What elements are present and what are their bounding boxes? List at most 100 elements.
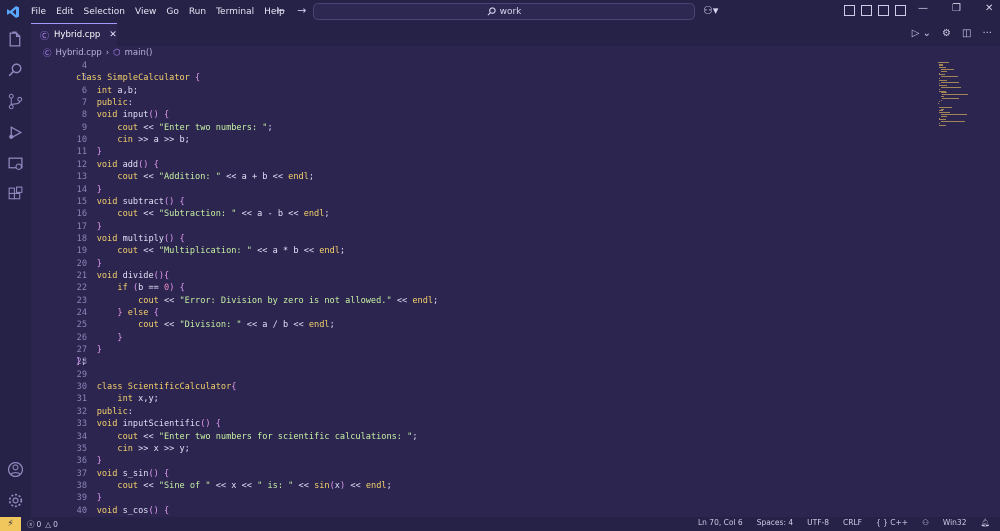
cursor-position[interactable]: Ln 70, Col 6 bbox=[698, 518, 743, 527]
copilot-status-icon[interactable]: ⚇ bbox=[922, 518, 929, 527]
search-text: work bbox=[499, 6, 522, 17]
menu-item-run[interactable]: Run bbox=[184, 7, 211, 17]
search-icon bbox=[487, 7, 496, 16]
run-file-icon[interactable]: ▷ ⌄ bbox=[912, 28, 931, 39]
line-number: 29 bbox=[76, 369, 87, 380]
minimize-icon[interactable]: — bbox=[918, 3, 928, 14]
code-line[interactable]: } bbox=[76, 344, 102, 356]
code-line[interactable]: cin >> x >> y; bbox=[76, 443, 189, 455]
code-line[interactable]: void s_sin() { bbox=[76, 468, 170, 480]
close-tab-icon[interactable]: ✕ bbox=[109, 30, 117, 40]
menu-item-view[interactable]: View bbox=[130, 7, 161, 17]
code-line[interactable]: }; bbox=[76, 356, 86, 368]
code-line[interactable]: void input() { bbox=[76, 109, 170, 121]
minimap[interactable] bbox=[938, 60, 982, 140]
command-center-search[interactable]: work bbox=[313, 3, 695, 20]
code-line[interactable]: } bbox=[76, 221, 102, 233]
toggle-secondary-sidebar-icon[interactable] bbox=[895, 5, 906, 16]
minimap-line bbox=[942, 97, 960, 99]
debug-settings-icon[interactable]: ⚙ bbox=[942, 28, 951, 39]
code-line[interactable]: int a,b; bbox=[76, 85, 138, 97]
code-line[interactable]: if (b == 0) { bbox=[76, 282, 184, 294]
maximize-icon[interactable]: ❐ bbox=[952, 3, 961, 14]
editor-actions: ▷ ⌄ ⚙ ◫ ··· bbox=[912, 28, 992, 39]
menu-item-edit[interactable]: Edit bbox=[51, 7, 78, 17]
menu-item-terminal[interactable]: Terminal bbox=[211, 7, 259, 17]
encoding[interactable]: UTF-8 bbox=[807, 518, 829, 527]
accounts-icon[interactable] bbox=[6, 460, 25, 479]
code-line[interactable]: void subtract() { bbox=[76, 196, 185, 208]
menu-item-file[interactable]: File bbox=[26, 7, 51, 17]
indentation[interactable]: Spaces: 4 bbox=[757, 518, 793, 527]
code-line[interactable]: } else { bbox=[76, 307, 158, 319]
code-line[interactable]: cout << "Enter two numbers: "; bbox=[76, 122, 272, 134]
search-icon[interactable] bbox=[6, 61, 25, 80]
code-line[interactable]: void multiply() { bbox=[76, 233, 185, 245]
end-of-line[interactable]: CRLF bbox=[843, 518, 862, 527]
explorer-icon[interactable] bbox=[6, 30, 25, 49]
navigation-arrows: ← → bbox=[276, 4, 306, 17]
close-window-icon[interactable]: ✕ bbox=[985, 3, 993, 14]
run-and-debug-icon[interactable] bbox=[6, 123, 25, 142]
status-right-group: Ln 70, Col 6 Spaces: 4 UTF-8 CRLF { } C+… bbox=[698, 518, 990, 527]
code-line[interactable]: void inputScientific() { bbox=[76, 418, 221, 430]
code-line[interactable]: class SimpleCalculator { bbox=[76, 72, 200, 84]
code-line[interactable]: } bbox=[76, 184, 102, 196]
notifications-bell-icon[interactable]: 🔔︎ bbox=[980, 518, 990, 527]
code-line[interactable]: } bbox=[76, 146, 102, 158]
activity-bar bbox=[0, 23, 31, 517]
code-line[interactable]: } bbox=[76, 455, 102, 467]
forward-arrow-icon[interactable]: → bbox=[297, 4, 306, 17]
code-line[interactable]: public: bbox=[76, 97, 133, 109]
back-arrow-icon[interactable]: ← bbox=[276, 4, 285, 17]
language-mode[interactable]: { } C++ bbox=[876, 518, 908, 527]
breadcrumb-file[interactable]: Hybrid.cpp bbox=[56, 48, 102, 58]
platform[interactable]: Win32 bbox=[943, 518, 967, 527]
code-line[interactable]: void add() { bbox=[76, 159, 159, 171]
code-line[interactable]: } bbox=[76, 258, 102, 270]
menu-item-selection[interactable]: Selection bbox=[79, 7, 130, 17]
source-control-icon[interactable] bbox=[6, 92, 25, 111]
tab-hybrid-cpp[interactable]: Ⓒ Hybrid.cpp ✕ bbox=[31, 23, 117, 46]
copilot-icon[interactable]: ⚇▾ bbox=[703, 4, 718, 17]
code-line[interactable]: cout << "Addition: " << a + b << endl; bbox=[76, 171, 314, 183]
breadcrumb-symbol[interactable]: main() bbox=[125, 48, 153, 58]
toggle-editor-layout-icon[interactable] bbox=[861, 5, 872, 16]
remote-explorer-icon[interactable] bbox=[6, 154, 25, 173]
toggle-sidebar-icon[interactable] bbox=[844, 5, 855, 16]
menu-bar: File Edit Selection View Go Run Terminal Help bbox=[26, 7, 290, 17]
code-line[interactable]: cout << "Sine of " << x << " is: " << si… bbox=[76, 480, 391, 492]
settings-gear-icon[interactable] bbox=[6, 491, 25, 510]
code-line[interactable]: } bbox=[76, 332, 122, 344]
minimap-line bbox=[940, 81, 960, 83]
minimap-line bbox=[940, 76, 958, 78]
code-line[interactable]: void divide(){ bbox=[76, 270, 169, 282]
code-editor[interactable]: 4 5 6 7 8 9 10 11 12 13 14 15 16 17 18 19 20 21 22 23 24 25 26… bbox=[31, 60, 1000, 517]
errors-icon[interactable]: ⓧ bbox=[27, 519, 35, 530]
tab-label: Hybrid.cpp bbox=[54, 30, 101, 40]
code-line[interactable]: void s_cos() { bbox=[76, 505, 170, 517]
code-line[interactable]: cout << "Division: " << a / b << endl; bbox=[76, 319, 335, 331]
method-icon: ⬡ bbox=[113, 48, 121, 58]
code-line[interactable]: cin >> a >> b; bbox=[76, 134, 189, 146]
code-line[interactable]: } bbox=[76, 492, 102, 504]
remote-indicator-icon[interactable]: ⚡ bbox=[0, 517, 21, 531]
code-line[interactable]: cout << "Multiplication: " << a * b << e… bbox=[76, 245, 345, 257]
minimap-line bbox=[942, 94, 969, 96]
window-controls: — ❐ ✕ bbox=[918, 3, 993, 14]
code-line[interactable]: cout << "Error: Division by zero is not … bbox=[76, 295, 438, 307]
extensions-icon[interactable] bbox=[6, 185, 25, 204]
minimap-line bbox=[940, 121, 965, 123]
warnings-icon[interactable]: △ bbox=[45, 520, 51, 529]
menu-item-go[interactable]: Go bbox=[161, 7, 183, 17]
code-line[interactable]: public: bbox=[76, 406, 133, 418]
code-line[interactable]: int x,y; bbox=[76, 393, 158, 405]
code-line[interactable]: cout << "Subtraction: " << a - b << endl… bbox=[76, 208, 329, 220]
code-line[interactable]: cout << "Enter two numbers for scientifi… bbox=[76, 431, 417, 443]
more-actions-icon[interactable]: ··· bbox=[982, 28, 992, 39]
warning-count[interactable]: 0 bbox=[53, 520, 58, 529]
code-line[interactable]: class ScientificCalculator{ bbox=[76, 381, 237, 393]
toggle-panel-icon[interactable] bbox=[878, 5, 889, 16]
error-count[interactable]: 0 bbox=[37, 520, 42, 529]
split-editor-icon[interactable]: ◫ bbox=[962, 28, 971, 39]
